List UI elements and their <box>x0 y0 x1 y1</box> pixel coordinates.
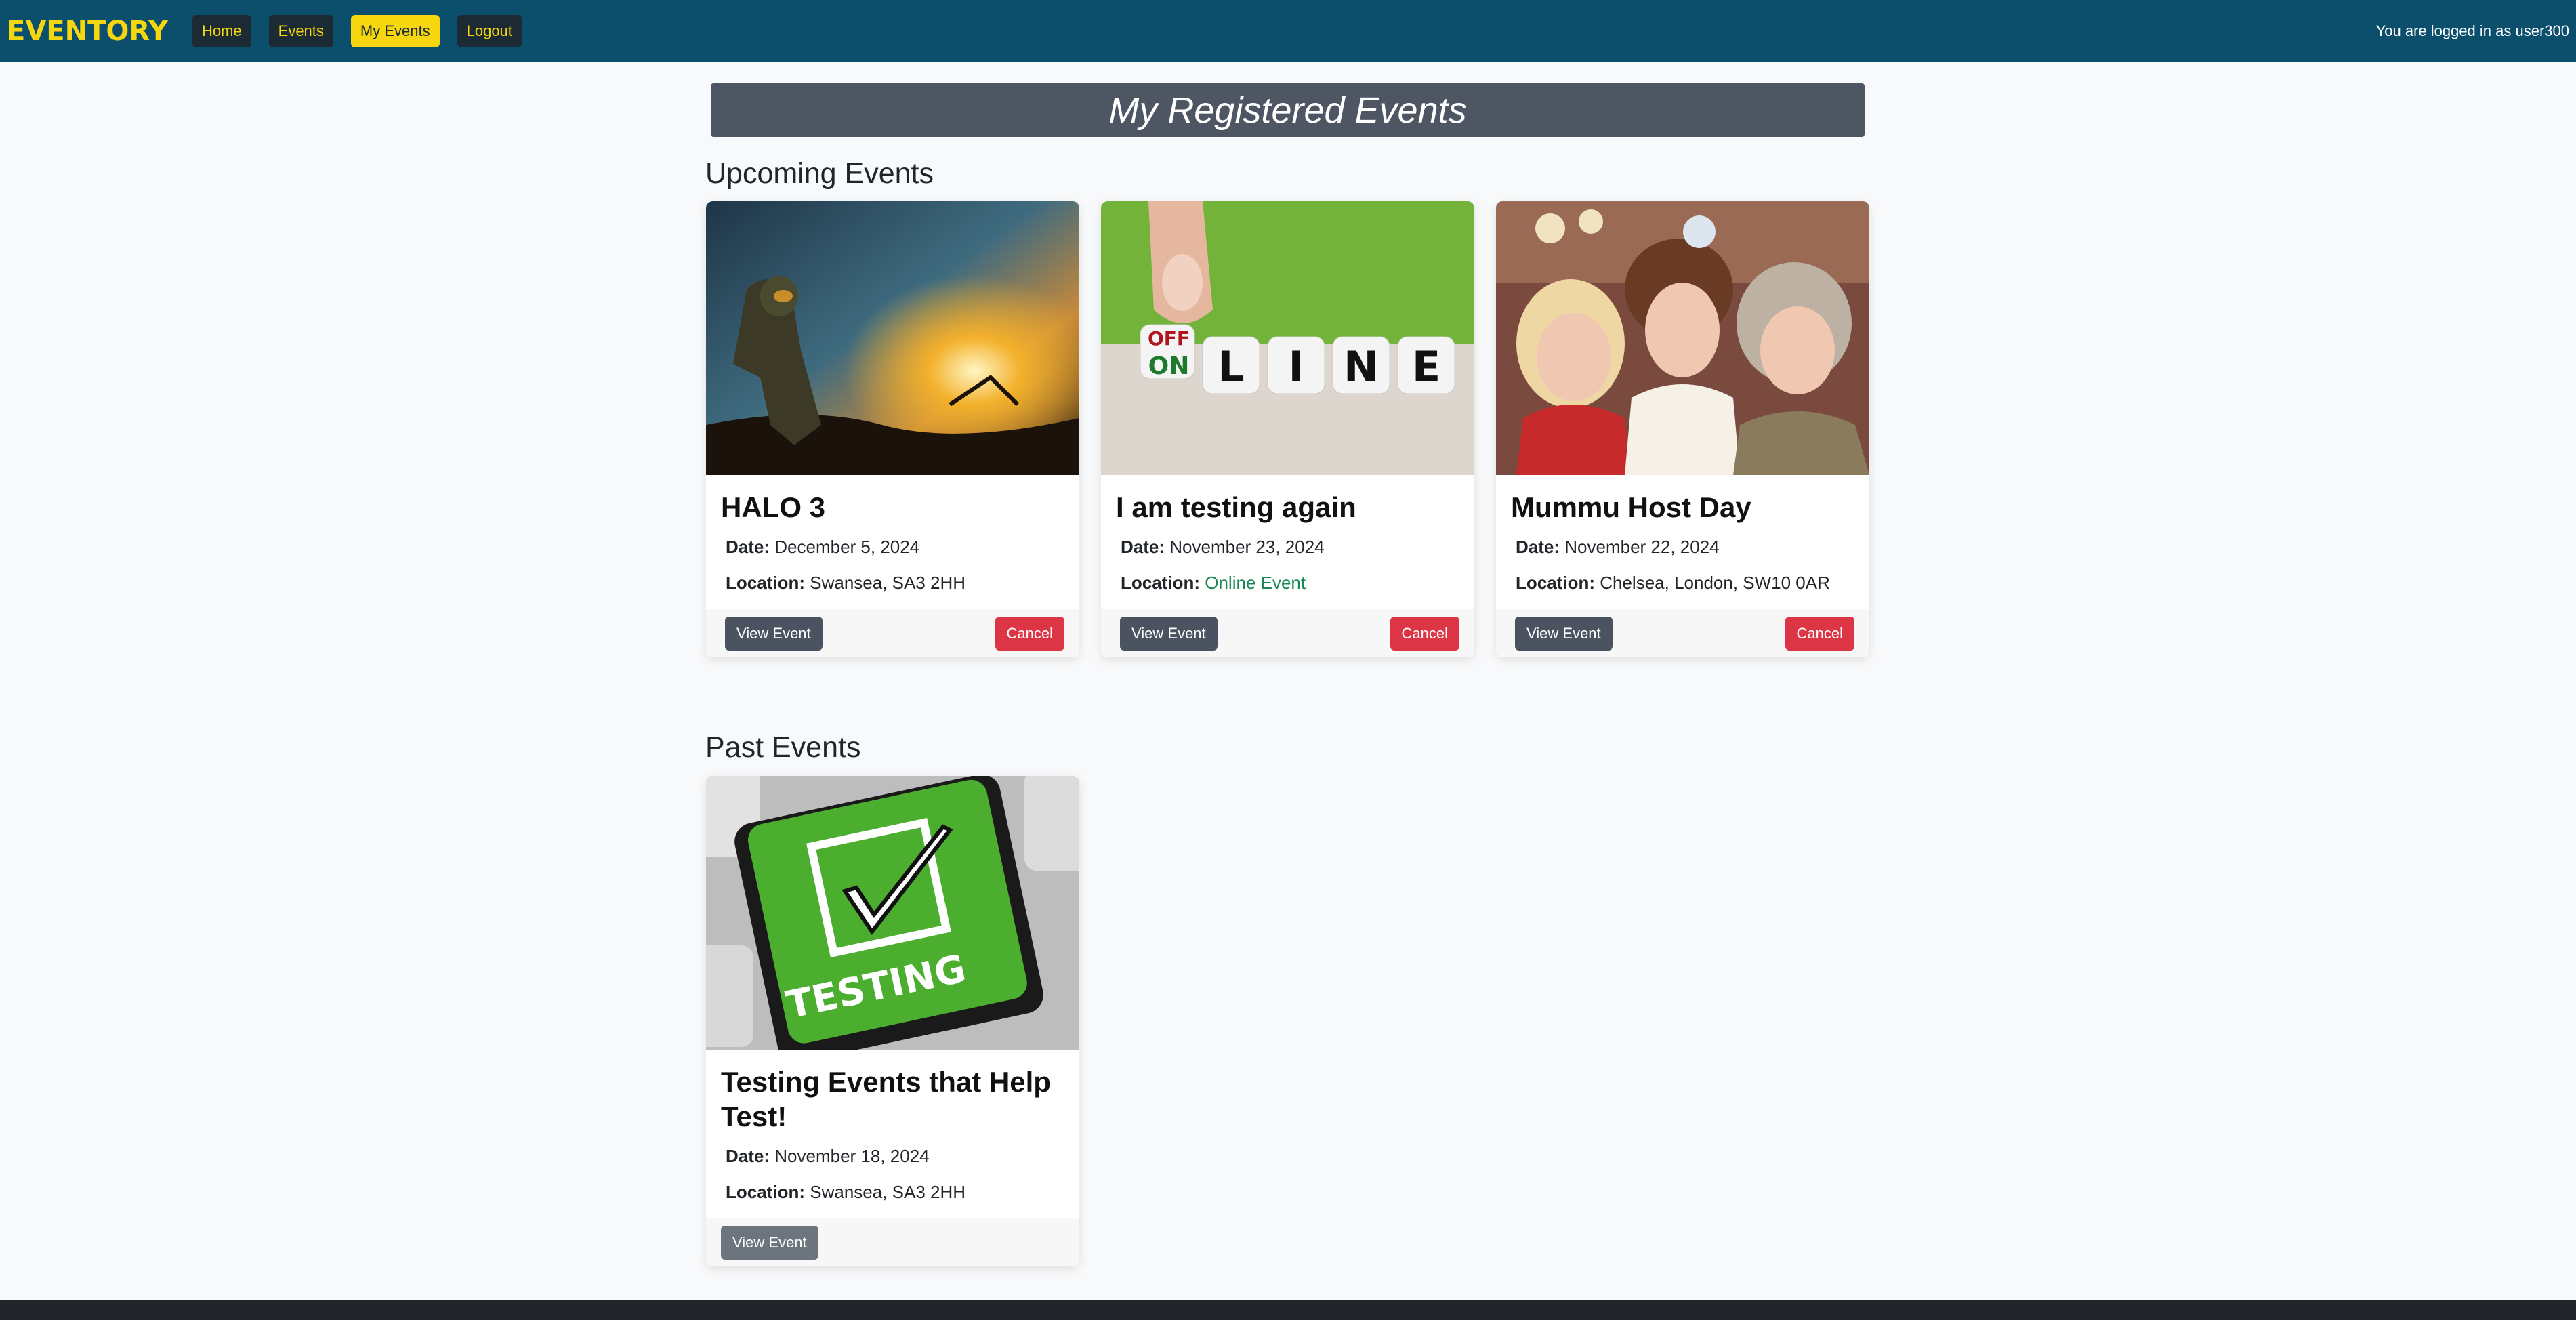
location-label: Location: <box>1121 573 1200 594</box>
event-location: Location: Chelsea, London, SW10 0AR <box>1516 573 1854 594</box>
location-value: Chelsea, London, SW10 0AR <box>1600 573 1830 594</box>
event-date: Date: November 18, 2024 <box>726 1146 1064 1167</box>
view-event-button[interactable]: View Event <box>1515 616 1613 651</box>
view-event-button[interactable]: View Event <box>721 1225 818 1260</box>
date-label: Date: <box>726 537 770 558</box>
card-body: HALO 3 Date: December 5, 2024 Location: … <box>706 475 1079 594</box>
dice-letter-e: E <box>1412 342 1440 392</box>
card-footer: View Event Cancel <box>1101 609 1474 658</box>
online-dice-image: OFF ON L I N E <box>1101 201 1474 475</box>
event-title[interactable]: HALO 3 <box>721 490 1064 524</box>
card-footer: View Event Cancel <box>706 609 1079 658</box>
location-value: Swansea, SA3 2HH <box>810 1182 966 1203</box>
cancel-registration-button[interactable]: Cancel <box>1390 616 1459 651</box>
event-title[interactable]: I am testing again <box>1116 490 1459 524</box>
event-title[interactable]: Testing Events that Help Test! <box>721 1065 1064 1134</box>
dice-off-text: OFF <box>1148 327 1190 350</box>
location-label: Location: <box>726 573 805 594</box>
nav-home-button[interactable]: Home <box>192 14 251 47</box>
three-women-photo-image <box>1496 201 1869 475</box>
event-date: Date: December 5, 2024 <box>726 537 1064 558</box>
halo-soldier-sunset-image <box>706 201 1079 475</box>
brand-logo[interactable]: EVENTORY <box>7 16 168 47</box>
nav-my-events-button[interactable]: My Events <box>350 14 440 47</box>
nav-logout-button[interactable]: Logout <box>457 14 522 47</box>
date-value: November 23, 2024 <box>1169 537 1325 558</box>
nav-links: Home Events My Events Logout <box>192 14 522 47</box>
date-value: November 18, 2024 <box>774 1146 930 1167</box>
event-location: Location: Online Event <box>1121 573 1459 594</box>
date-value: December 5, 2024 <box>774 537 920 558</box>
card-body: Testing Events that Help Test! Date: Nov… <box>706 1050 1079 1203</box>
page-title: My Registered Events <box>711 83 1865 137</box>
location-label: Location: <box>726 1182 805 1203</box>
event-card-mummu-host-day: Mummu Host Day Date: November 22, 2024 L… <box>1496 201 1869 658</box>
view-event-button[interactable]: View Event <box>1120 616 1218 651</box>
dice-letter-i: I <box>1288 342 1304 392</box>
past-events-heading: Past Events <box>705 731 861 764</box>
login-status: You are logged in as user300 <box>2375 22 2569 39</box>
dice-on-text: ON <box>1148 352 1190 380</box>
date-label: Date: <box>726 1146 770 1167</box>
upcoming-events-heading: Upcoming Events <box>705 157 934 190</box>
cancel-registration-button[interactable]: Cancel <box>1785 616 1854 651</box>
card-body: Mummu Host Day Date: November 22, 2024 L… <box>1496 475 1869 594</box>
date-value: November 22, 2024 <box>1564 537 1720 558</box>
location-value-online: Online Event <box>1205 573 1306 594</box>
location-value: Swansea, SA3 2HH <box>810 573 966 594</box>
event-title[interactable]: Mummu Host Day <box>1511 490 1854 524</box>
location-label: Location: <box>1516 573 1595 594</box>
event-location: Location: Swansea, SA3 2HH <box>726 573 1064 594</box>
dice-letter-n: N <box>1344 342 1379 392</box>
view-event-button[interactable]: View Event <box>725 616 823 651</box>
event-date: Date: November 23, 2024 <box>1121 537 1459 558</box>
event-date: Date: November 22, 2024 <box>1516 537 1854 558</box>
nav-events-button[interactable]: Events <box>268 14 333 47</box>
card-footer: View Event Cancel <box>1496 609 1869 658</box>
event-location: Location: Swansea, SA3 2HH <box>726 1182 1064 1203</box>
card-body: I am testing again Date: November 23, 20… <box>1101 475 1474 594</box>
top-navbar: EVENTORY Home Events My Events Logout Yo… <box>0 0 2576 62</box>
card-footer: View Event <box>706 1218 1079 1267</box>
event-card-i-am-testing-again: OFF ON L I N E I am testing again Date: … <box>1101 201 1474 658</box>
page-footer <box>0 1300 2576 1320</box>
event-card-halo-3: HALO 3 Date: December 5, 2024 Location: … <box>706 201 1079 658</box>
testing-key-checkmark-image: TESTING <box>706 776 1079 1050</box>
date-label: Date: <box>1121 537 1165 558</box>
cancel-registration-button[interactable]: Cancel <box>995 616 1064 651</box>
dice-letter-l: L <box>1218 342 1245 392</box>
date-label: Date: <box>1516 537 1560 558</box>
event-card-testing-events: TESTING Testing Events that Help Test! D… <box>706 776 1079 1267</box>
